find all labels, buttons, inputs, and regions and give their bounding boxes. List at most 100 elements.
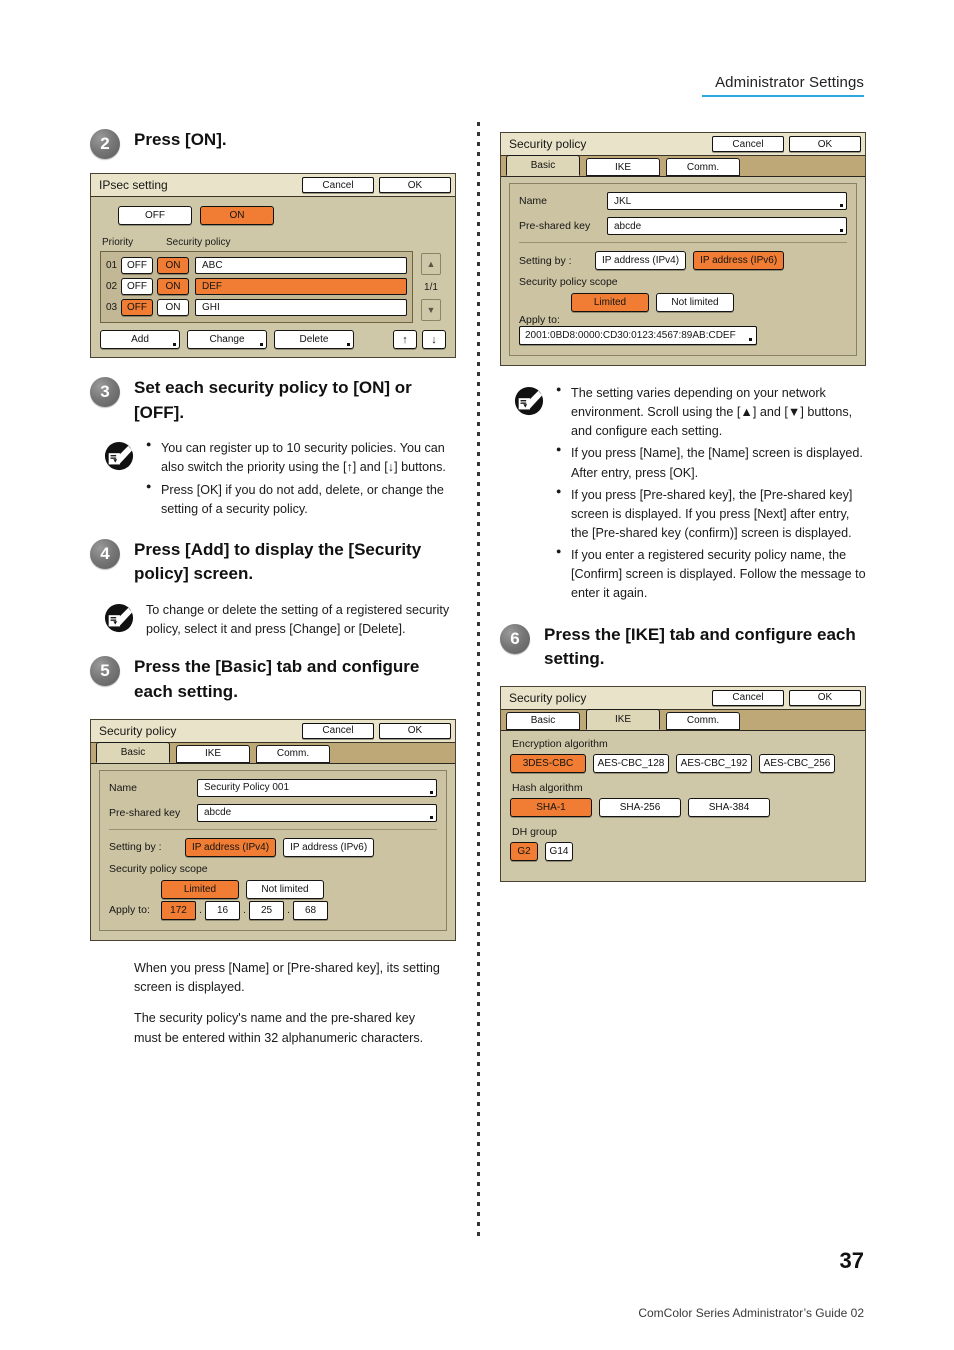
- ipv6-button[interactable]: IP address (IPv6): [283, 837, 375, 857]
- change-button[interactable]: Change: [187, 330, 267, 349]
- note-block: The setting varies depending on your net…: [514, 383, 872, 607]
- psk-label: Pre-shared key: [109, 806, 181, 819]
- note-pencil-icon: [104, 603, 134, 633]
- scope-label: Security policy scope: [519, 276, 618, 288]
- tab-comm[interactable]: Comm.: [666, 158, 740, 176]
- policy-action-row: Add Change Delete ↑ ↓: [100, 330, 446, 349]
- row-on-button[interactable]: ON: [157, 278, 189, 295]
- move-down-icon[interactable]: ↓: [422, 330, 446, 349]
- row-policy-name[interactable]: DEF: [195, 278, 407, 295]
- security-policy-basic-ipv6-screen: Security policy Cancel OK Basic IKE Comm…: [500, 132, 866, 366]
- scroll-up-icon[interactable]: ▲: [421, 253, 441, 275]
- not-limited-button[interactable]: Not limited: [246, 879, 324, 899]
- ip-octet-4[interactable]: 68: [293, 900, 328, 920]
- limited-button[interactable]: Limited: [161, 879, 239, 899]
- tab-ike[interactable]: IKE: [586, 708, 660, 730]
- enc-option-3des-cbc[interactable]: 3DES-CBC: [510, 753, 586, 773]
- tab-basic[interactable]: Basic: [506, 155, 580, 176]
- note-list: You can register up to 10 security polic…: [146, 438, 456, 519]
- row-on-button[interactable]: ON: [157, 257, 189, 274]
- limited-button[interactable]: Limited: [571, 293, 649, 312]
- ip-octet-1[interactable]: 172: [161, 900, 196, 920]
- apply-to-label: Apply to:: [519, 314, 560, 326]
- step-heading: Press the [IKE] tab and configure each s…: [544, 624, 856, 669]
- hash-option-sha-256[interactable]: SHA-256: [599, 797, 681, 817]
- table-row[interactable]: 02 OFF ON DEF: [106, 278, 407, 295]
- row-policy-name[interactable]: GHI: [195, 299, 407, 316]
- row-off-button[interactable]: OFF: [121, 278, 153, 295]
- ipsec-on-button[interactable]: ON: [200, 206, 274, 225]
- scope-label: Security policy scope: [109, 862, 208, 875]
- row-on-button[interactable]: ON: [157, 299, 189, 316]
- table-row[interactable]: 03 OFF ON GHI: [106, 299, 407, 316]
- note-pencil-icon: [104, 441, 134, 471]
- enc-option-aes-cbc-256[interactable]: AES-CBC_256: [759, 753, 835, 773]
- name-label: Name: [519, 195, 548, 207]
- hash-option-sha-384[interactable]: SHA-384: [688, 797, 770, 817]
- dh-option-g2[interactable]: G2: [510, 841, 538, 861]
- enc-option-aes-cbc-128[interactable]: AES-CBC_128: [593, 753, 669, 773]
- tab-comm[interactable]: Comm.: [256, 744, 330, 763]
- tab-basic[interactable]: Basic: [96, 741, 170, 763]
- tab-bar: Basic IKE Comm.: [91, 741, 455, 764]
- ipv4-button[interactable]: IP address (IPv4): [595, 251, 687, 270]
- note-list: The setting varies depending on your net…: [556, 383, 866, 604]
- step-6: 6 Press the [IKE] tab and configure each…: [500, 623, 872, 672]
- ok-button[interactable]: OK: [379, 177, 451, 193]
- tab-basic[interactable]: Basic: [506, 711, 580, 730]
- setting-by-label: Setting by :: [519, 254, 572, 267]
- delete-button[interactable]: Delete: [274, 330, 354, 349]
- name-field[interactable]: Security Policy 001: [197, 778, 437, 797]
- move-up-icon[interactable]: ↑: [393, 330, 417, 349]
- ipsec-off-button[interactable]: OFF: [118, 206, 192, 225]
- ok-button[interactable]: OK: [789, 689, 861, 706]
- step-3: 3 Set each security policy to [ON] or [O…: [90, 376, 462, 425]
- ipsec-toggle-row: OFF ON: [118, 206, 446, 225]
- hash-option-sha-1[interactable]: SHA-1: [510, 797, 592, 817]
- page-header: Administrator Settings: [702, 74, 864, 97]
- tab-ike[interactable]: IKE: [586, 158, 660, 176]
- ip-octet-3[interactable]: 25: [249, 900, 284, 920]
- ipv6-button[interactable]: IP address (IPv6): [693, 251, 785, 270]
- name-field[interactable]: JKL: [607, 192, 847, 210]
- cancel-button[interactable]: Cancel: [302, 722, 374, 739]
- list-item: If you press [Name], the [Name] screen i…: [556, 443, 866, 482]
- cancel-button[interactable]: Cancel: [712, 136, 784, 152]
- row-policy-name[interactable]: ABC: [195, 257, 407, 274]
- row-off-button[interactable]: OFF: [121, 299, 153, 316]
- psk-field[interactable]: abcde: [197, 803, 437, 822]
- ipv4-button[interactable]: IP address (IPv4): [185, 837, 277, 857]
- table-row[interactable]: 01 OFF ON ABC: [106, 257, 407, 274]
- tab-comm[interactable]: Comm.: [666, 711, 740, 730]
- list-item: If you press [Pre-shared key], the [Pre-…: [556, 485, 866, 543]
- name-row: Name Security Policy 001: [109, 778, 437, 797]
- basic-tab-body: Name JKL Pre-shared key abcde Setting by…: [501, 177, 865, 365]
- screen-title-label: IPsec setting: [99, 178, 168, 192]
- security-policy-ike-screen: Security policy Cancel OK Basic IKE Comm…: [500, 685, 866, 882]
- scroll-down-icon[interactable]: ▼: [421, 299, 441, 321]
- ipv6-address-field[interactable]: 2001:0BD8:0000:CD30:0123:4567:89AB:CDEF: [519, 326, 757, 345]
- policy-list-wrapper: 01 OFF ON ABC 02 OFF ON DEF 03 OFF ON GH…: [100, 251, 446, 323]
- row-priority-number: 01: [106, 260, 118, 271]
- scope-row: Limited Not limited: [161, 879, 437, 899]
- row-priority-number: 03: [106, 302, 118, 313]
- cancel-button[interactable]: Cancel: [302, 177, 374, 193]
- encryption-algorithm-label: Encryption algorithm: [512, 737, 608, 750]
- not-limited-button[interactable]: Not limited: [656, 293, 734, 312]
- note-pencil-icon: [514, 386, 544, 416]
- add-button[interactable]: Add: [100, 330, 180, 349]
- psk-field[interactable]: abcde: [607, 217, 847, 235]
- screen-title-label: Security policy: [99, 723, 177, 738]
- ok-button[interactable]: OK: [379, 722, 451, 739]
- tab-ike[interactable]: IKE: [176, 744, 250, 763]
- step-heading: Press the [Basic] tab and configure each…: [134, 657, 420, 702]
- cancel-button[interactable]: Cancel: [712, 689, 784, 706]
- apply-to-row: Apply to:: [519, 314, 847, 326]
- dh-option-g14[interactable]: G14: [545, 841, 573, 861]
- enc-option-aes-cbc-192[interactable]: AES-CBC_192: [676, 753, 752, 773]
- ok-button[interactable]: OK: [789, 136, 861, 152]
- octet-separator: .: [199, 904, 202, 916]
- row-off-button[interactable]: OFF: [121, 257, 153, 274]
- psk-label: Pre-shared key: [519, 220, 591, 232]
- ip-octet-2[interactable]: 16: [205, 900, 240, 920]
